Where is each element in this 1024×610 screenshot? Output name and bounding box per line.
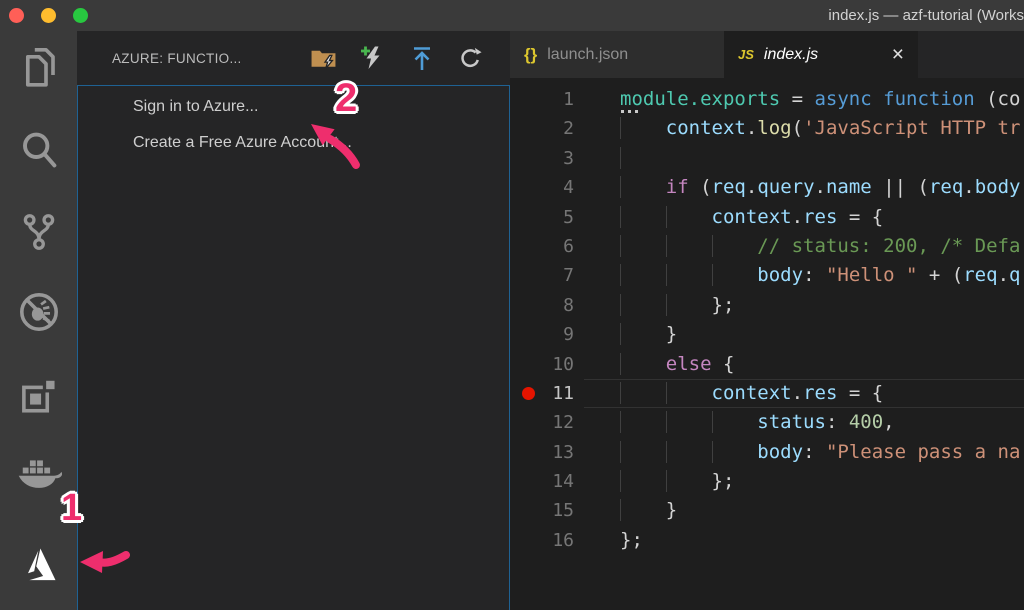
- tab-launch-json[interactable]: {} launch.json: [510, 31, 724, 78]
- azure-functions-panel: Sign in to Azure...Create a Free Azure A…: [77, 85, 510, 610]
- code-line: 15 }: [510, 496, 1024, 525]
- code-line: 11 context.res = {: [510, 379, 1024, 408]
- refresh-icon[interactable]: [458, 45, 483, 71]
- window-title: index.js — azf-tutorial (Works: [828, 0, 1024, 31]
- line-number[interactable]: 1: [510, 85, 584, 114]
- titlebar: index.js — azf-tutorial (Works: [0, 0, 1024, 31]
- create-function-icon[interactable]: [360, 45, 386, 71]
- code-line-content: context.res = {: [584, 379, 1024, 408]
- files-icon: [18, 45, 60, 96]
- activity-item-search[interactable]: [0, 127, 77, 178]
- line-number[interactable]: 16: [510, 526, 584, 555]
- activity-bar: [0, 31, 77, 610]
- code-line-content: };: [584, 526, 1024, 555]
- editor-group: {} launch.json JS index.js × 1module.exports…: [510, 31, 1024, 610]
- code-line: 4 if (req.query.name || (req.body: [510, 173, 1024, 202]
- code-line-content: };: [584, 467, 1024, 496]
- code-line: 13 body: "Please pass a na: [510, 438, 1024, 467]
- code-line-content: else {: [584, 350, 1024, 379]
- activity-item-azure[interactable]: [0, 543, 77, 592]
- activity-item-docker[interactable]: [0, 450, 77, 501]
- close-icon[interactable]: ×: [892, 44, 904, 65]
- sidebar-title: AZURE: FUNCTIO...: [112, 51, 242, 66]
- deploy-icon[interactable]: [409, 45, 435, 72]
- code-line: 16};: [510, 526, 1024, 555]
- code-line: 7 body: "Hello " + (req.q: [510, 261, 1024, 290]
- activity-item-explorer[interactable]: [0, 45, 77, 96]
- code-line-content: status: 400,: [584, 408, 1024, 437]
- sidebar: AZURE: FUNCTIO... Sign in to Azure...Cre…: [77, 31, 510, 610]
- sidebar-header: AZURE: FUNCTIO...: [77, 31, 510, 85]
- new-project-folder-icon[interactable]: [310, 46, 337, 71]
- debug-icon: [17, 289, 61, 340]
- code-line-content: }: [584, 496, 1024, 525]
- line-number[interactable]: 12: [510, 408, 584, 437]
- line-number[interactable]: 3: [510, 144, 584, 173]
- activity-item-source-control[interactable]: [0, 209, 77, 260]
- code-line-content: body: "Please pass a na: [584, 438, 1024, 467]
- line-number[interactable]: 6: [510, 232, 584, 261]
- code-line-content: context.log('JavaScript HTTP tr: [584, 114, 1024, 143]
- code-line: 3: [510, 144, 1024, 173]
- sidebar-item[interactable]: Sign in to Azure...: [78, 89, 509, 125]
- code-editor[interactable]: 1module.exports = async function (co2 co…: [510, 78, 1024, 610]
- json-braces-icon: {}: [524, 45, 537, 65]
- code-line-content: [584, 144, 1024, 173]
- activity-item-debug[interactable]: [0, 289, 77, 340]
- code-line-content: context.res = {: [584, 203, 1024, 232]
- line-number[interactable]: 11: [510, 379, 584, 408]
- code-line: 9 }: [510, 320, 1024, 349]
- line-number[interactable]: 10: [510, 350, 584, 379]
- code-line-content: };: [584, 291, 1024, 320]
- sidebar-item[interactable]: Create a Free Azure Account...: [78, 125, 509, 161]
- tab-bar: {} launch.json JS index.js ×: [510, 31, 1024, 78]
- line-number[interactable]: 4: [510, 173, 584, 202]
- tab-label: index.js: [764, 46, 818, 64]
- line-number[interactable]: 13: [510, 438, 584, 467]
- git-branch-icon: [19, 209, 59, 260]
- line-number[interactable]: 2: [510, 114, 584, 143]
- breakpoint-dot[interactable]: [522, 387, 535, 400]
- code-line-content: if (req.query.name || (req.body: [584, 173, 1024, 202]
- line-number[interactable]: 8: [510, 291, 584, 320]
- code-line: 2 context.log('JavaScript HTTP tr: [510, 114, 1024, 143]
- line-number[interactable]: 9: [510, 320, 584, 349]
- line-number[interactable]: 14: [510, 467, 584, 496]
- line-number[interactable]: 15: [510, 496, 584, 525]
- minimize-button[interactable]: [41, 8, 56, 23]
- tab-index-js[interactable]: JS index.js ×: [724, 31, 918, 78]
- close-button[interactable]: [9, 8, 24, 23]
- docker-whale-icon: [16, 450, 62, 501]
- code-line: 1module.exports = async function (co: [510, 85, 1024, 114]
- tab-label: launch.json: [547, 46, 628, 64]
- traffic-lights: [0, 8, 88, 23]
- sidebar-actions: [310, 45, 483, 72]
- code-line: 14 };: [510, 467, 1024, 496]
- js-icon: JS: [738, 47, 754, 62]
- zoom-button[interactable]: [73, 8, 88, 23]
- code-line: 12 status: 400,: [510, 408, 1024, 437]
- code-line-content: body: "Hello " + (req.q: [584, 261, 1024, 290]
- code-line-content: }: [584, 320, 1024, 349]
- line-number[interactable]: 7: [510, 261, 584, 290]
- activity-item-extensions[interactable]: [0, 374, 77, 425]
- vscode-window: index.js — azf-tutorial (Works AZURE: FU…: [0, 0, 1024, 610]
- code-line: 6 // status: 200, /* Defa: [510, 232, 1024, 261]
- extensions-icon: [17, 374, 61, 425]
- search-icon: [18, 127, 60, 178]
- code-line: 5 context.res = {: [510, 203, 1024, 232]
- code-line: 8 };: [510, 291, 1024, 320]
- code-line: 10 else {: [510, 350, 1024, 379]
- line-number[interactable]: 5: [510, 203, 584, 232]
- code-line-content: module.exports = async function (co: [584, 85, 1024, 114]
- azure-logo-icon: [17, 543, 61, 592]
- code-line-content: // status: 200, /* Defa: [584, 232, 1024, 261]
